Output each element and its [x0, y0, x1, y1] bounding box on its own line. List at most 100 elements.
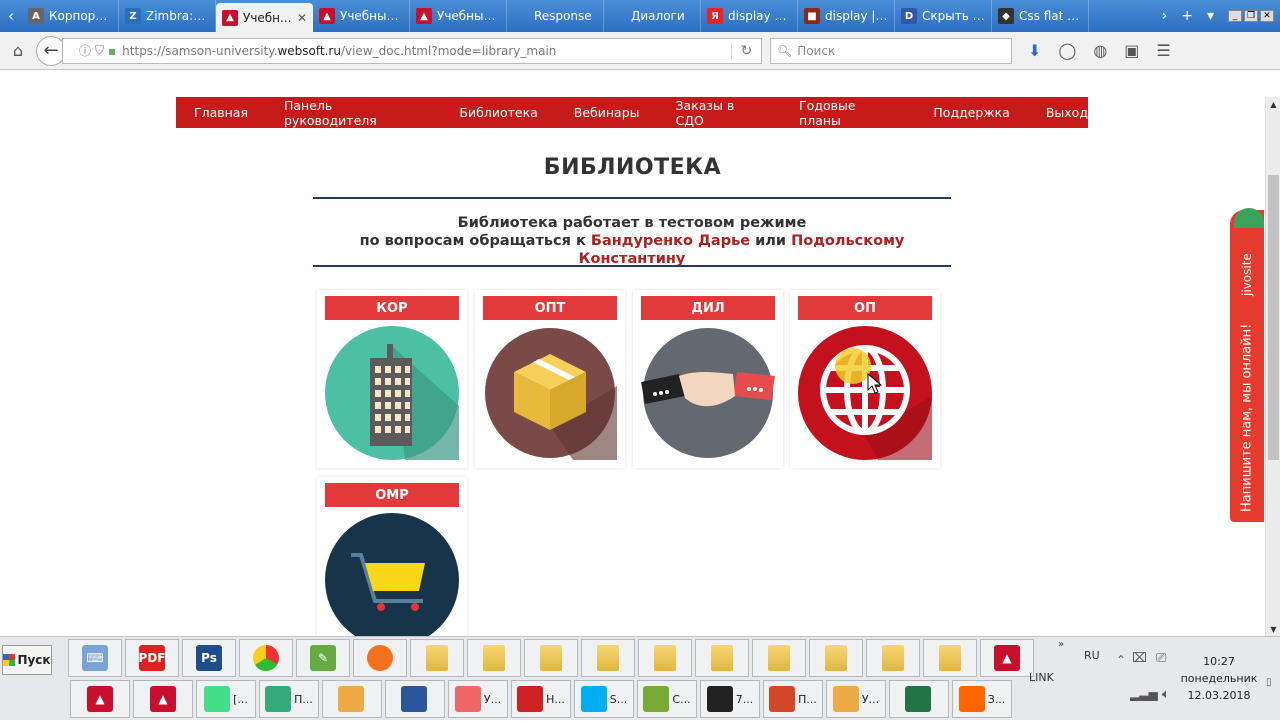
taskbar-app-4[interactable]: У... — [448, 680, 508, 718]
library-card-opt[interactable]: ОПТ — [475, 290, 625, 468]
notice-line1: Библиотека работает в тестовом режиме — [457, 215, 807, 231]
taskbar-app-0[interactable]: [... — [196, 680, 256, 718]
battery-icon[interactable]: ⎚ — [1156, 651, 1166, 666]
app-icon — [643, 686, 670, 712]
tab-6[interactable]: Диалоги — [604, 0, 701, 32]
library-card-op[interactable]: ОП — [790, 290, 940, 468]
tab-4[interactable]: ▲ Учебный ... — [410, 0, 507, 32]
library-card-kor[interactable]: КОР — [317, 290, 467, 468]
menu-item-7[interactable]: Выход — [1046, 105, 1088, 120]
close-tab-icon[interactable]: ✕ — [297, 11, 307, 25]
tab-5[interactable]: Response — [507, 0, 604, 32]
menu-item-3[interactable]: Вебинары — [574, 105, 640, 120]
tab-scroll-left-icon[interactable]: ‹ — [0, 0, 22, 32]
taskbar-app-10[interactable]: У... — [826, 680, 886, 718]
scroll-down-icon[interactable]: ▼ — [1266, 622, 1280, 636]
download-icon[interactable]: ⬇ — [1028, 41, 1041, 60]
sidebar-icon[interactable]: ▣ — [1124, 41, 1139, 60]
contact-link-1[interactable]: Бандуренко Дарье — [591, 233, 750, 249]
tab-3[interactable]: ▲ Учебный ... — [313, 0, 410, 32]
volume-icon[interactable]: 🔈︎ — [1162, 687, 1170, 702]
tab-list-icon[interactable]: ▾ — [1207, 8, 1214, 24]
tab-favicon-icon — [513, 8, 529, 24]
taskbar-app-8[interactable]: 7... — [700, 680, 760, 718]
vertical-scrollbar[interactable]: ▲ ▼ — [1265, 97, 1280, 636]
menu-item-6[interactable]: Поддержка — [933, 105, 1009, 120]
jivosite-chat-widget[interactable]: jivosite Напишите нам, мы онлайн! — [1230, 208, 1264, 522]
tab-1[interactable]: Z Zimbra: Ре... — [119, 0, 216, 32]
menu-item-5[interactable]: Годовые планы — [799, 98, 897, 128]
taskbar-app-6[interactable]: S... — [574, 680, 634, 718]
taskbar-app-7[interactable]: С... — [637, 680, 697, 718]
tray-expand-icon[interactable]: ⌃ — [1116, 653, 1126, 667]
tab-0[interactable]: А Корпорат... — [22, 0, 119, 32]
reload-icon[interactable]: ↻ — [731, 42, 761, 59]
folder-button-2[interactable] — [467, 639, 521, 677]
chrome-button[interactable] — [239, 639, 293, 677]
folder-button-1[interactable] — [410, 639, 464, 677]
divider-top — [313, 197, 951, 199]
folder-button-10[interactable] — [923, 639, 977, 677]
samson-app-button[interactable]: ▲ — [980, 639, 1034, 677]
taskbar-app-12[interactable]: З... — [952, 680, 1012, 718]
taskbar-app-2[interactable] — [322, 680, 382, 718]
pdf-app-button[interactable]: PDF — [125, 639, 179, 677]
taskbar-samson-1[interactable]: ▲ — [70, 680, 130, 718]
taskbar-app-5[interactable]: Н... — [511, 680, 571, 718]
new-tab-icon[interactable]: + — [1181, 8, 1193, 24]
taskbar-app-3[interactable] — [385, 680, 445, 718]
home-icon[interactable]: ⌂ — [6, 39, 30, 63]
clock-time: 10:27 — [1203, 655, 1235, 668]
start-button[interactable]: Пуск — [2, 645, 52, 675]
scroll-thumb[interactable] — [1268, 175, 1279, 460]
tab-favicon-icon: D — [901, 8, 917, 24]
menu-icon[interactable]: ☰ — [1156, 41, 1170, 60]
menu-item-0[interactable]: Главная — [194, 105, 248, 120]
folder-button-4[interactable] — [581, 639, 635, 677]
tray-chevron-icon[interactable]: » — [1058, 639, 1064, 650]
notifications-icon[interactable]: ▯ — [1266, 677, 1272, 688]
taskbar-app-9[interactable]: П... — [763, 680, 823, 718]
tab-8[interactable]: ■ display | h... — [798, 0, 895, 32]
tab-7[interactable]: Яdisplay css... — [701, 0, 798, 32]
library-card-dil[interactable]: ДИЛ — [633, 290, 783, 468]
folder-button-5[interactable] — [638, 639, 692, 677]
folder-button-3[interactable] — [524, 639, 578, 677]
signal-icon[interactable]: ▂▃▅ — [1130, 687, 1158, 701]
clock[interactable]: 10:27 понедельник 12.03.2018 — [1180, 653, 1258, 704]
library-card-omr[interactable]: ОМР — [317, 477, 467, 636]
menu-item-1[interactable]: Панель руководителя — [284, 98, 423, 128]
tab-2[interactable]: ▲ Учебн... ✕ — [216, 3, 313, 32]
clock-weekday: понедельник — [1180, 672, 1258, 685]
scroll-up-icon[interactable]: ▲ — [1266, 97, 1280, 111]
network-icon[interactable]: ⌧ — [1132, 651, 1147, 666]
folder-button-9[interactable] — [866, 639, 920, 677]
firefox-button[interactable] — [353, 639, 407, 677]
toolbar-icons: ⬇ ◯ ◍ ▣ ☰ — [1028, 41, 1171, 60]
vpn-icon[interactable]: ◍ — [1093, 41, 1107, 60]
folder-button-6[interactable] — [695, 639, 749, 677]
close-window-icon[interactable]: ✕ — [1260, 10, 1274, 22]
tab-scroll-right-icon[interactable]: › — [1162, 8, 1168, 24]
language-indicator[interactable]: RU — [1084, 649, 1100, 662]
folder-button-8[interactable] — [809, 639, 863, 677]
folder-icon — [768, 645, 790, 671]
photoshop-button[interactable]: Ps — [182, 639, 236, 677]
menu-item-4[interactable]: Заказы в СДО — [676, 98, 764, 128]
taskbar-app-11[interactable] — [889, 680, 949, 718]
folder-button-7[interactable] — [752, 639, 806, 677]
tab-strip: ‹ А Корпорат... Z Zimbra: Ре... ▲ Учебн... ✕ ▲ У… — [0, 0, 1280, 32]
minimize-icon[interactable]: _ — [1228, 10, 1242, 22]
taskbar-samson-2[interactable]: ▲ — [133, 680, 193, 718]
link-label[interactable]: LINK — [1029, 671, 1054, 684]
chat-icon[interactable]: ◯ — [1058, 41, 1076, 60]
tab-10[interactable]: ◆ Css flat bu... — [992, 0, 1089, 32]
notepad-button[interactable]: ✎ — [296, 639, 350, 677]
tab-9[interactable]: D Скрыть и... — [895, 0, 992, 32]
keyboard-app-button[interactable]: ⌨ — [68, 639, 122, 677]
address-bar[interactable]: ⓘ ⛉ ▪ https://samson-university.websoft.… — [62, 37, 762, 64]
search-box[interactable]: 🔍︎ Поиск — [770, 37, 1012, 64]
taskbar-app-1[interactable]: П... — [259, 680, 319, 718]
restore-icon[interactable]: ❐ — [1244, 10, 1258, 22]
menu-item-2[interactable]: Библиотека — [459, 105, 537, 120]
